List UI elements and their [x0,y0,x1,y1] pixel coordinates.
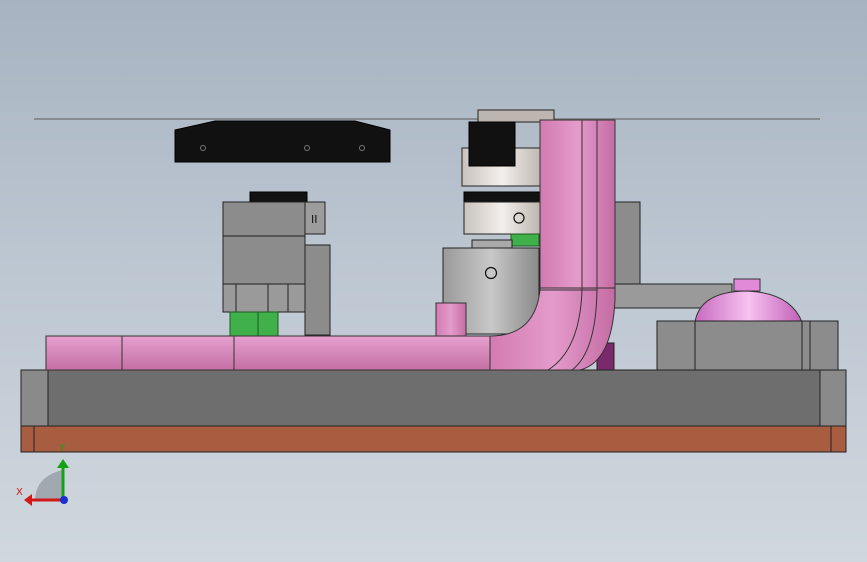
triad-x-label: X [16,487,23,498]
center-cylinder-ring[interactable] [463,201,541,235]
center-cylinder-upper[interactable] [463,191,541,203]
base-plate[interactable] [20,369,847,427]
triad-z-dot [60,496,68,504]
left-cylinder-nut[interactable] [222,283,306,313]
view-orientation-triad[interactable] [24,459,69,506]
cad-model-view[interactable]: II [0,0,867,562]
left-rear-block[interactable] [304,244,331,336]
right-clamp-block[interactable] [656,320,839,371]
pink-post[interactable] [435,302,467,338]
left-cylinder-port-label: II [311,213,318,226]
center-green-clamp[interactable] [510,233,540,247]
pink-channel-horizontal[interactable] [45,335,497,371]
triad-y-label: Y [59,443,66,454]
triad-x-arrow [24,494,32,506]
top-black-bar[interactable] [174,120,391,163]
base-plate-left-cap [20,369,49,427]
right-upper-block[interactable] [611,201,641,285]
center-black-block[interactable] [468,121,516,167]
base-bottom-plate[interactable] [20,425,847,453]
3d-viewport[interactable]: II Y X [0,0,867,562]
left-cylinder-cap [249,191,308,203]
base-plate-right-cap [819,369,847,427]
left-cylinder-body[interactable] [222,201,306,285]
triad-z-plane [35,470,63,500]
dome-knob[interactable] [733,278,761,292]
triad-y-arrow [57,459,69,468]
pink-channel-vertical[interactable] [539,119,616,289]
